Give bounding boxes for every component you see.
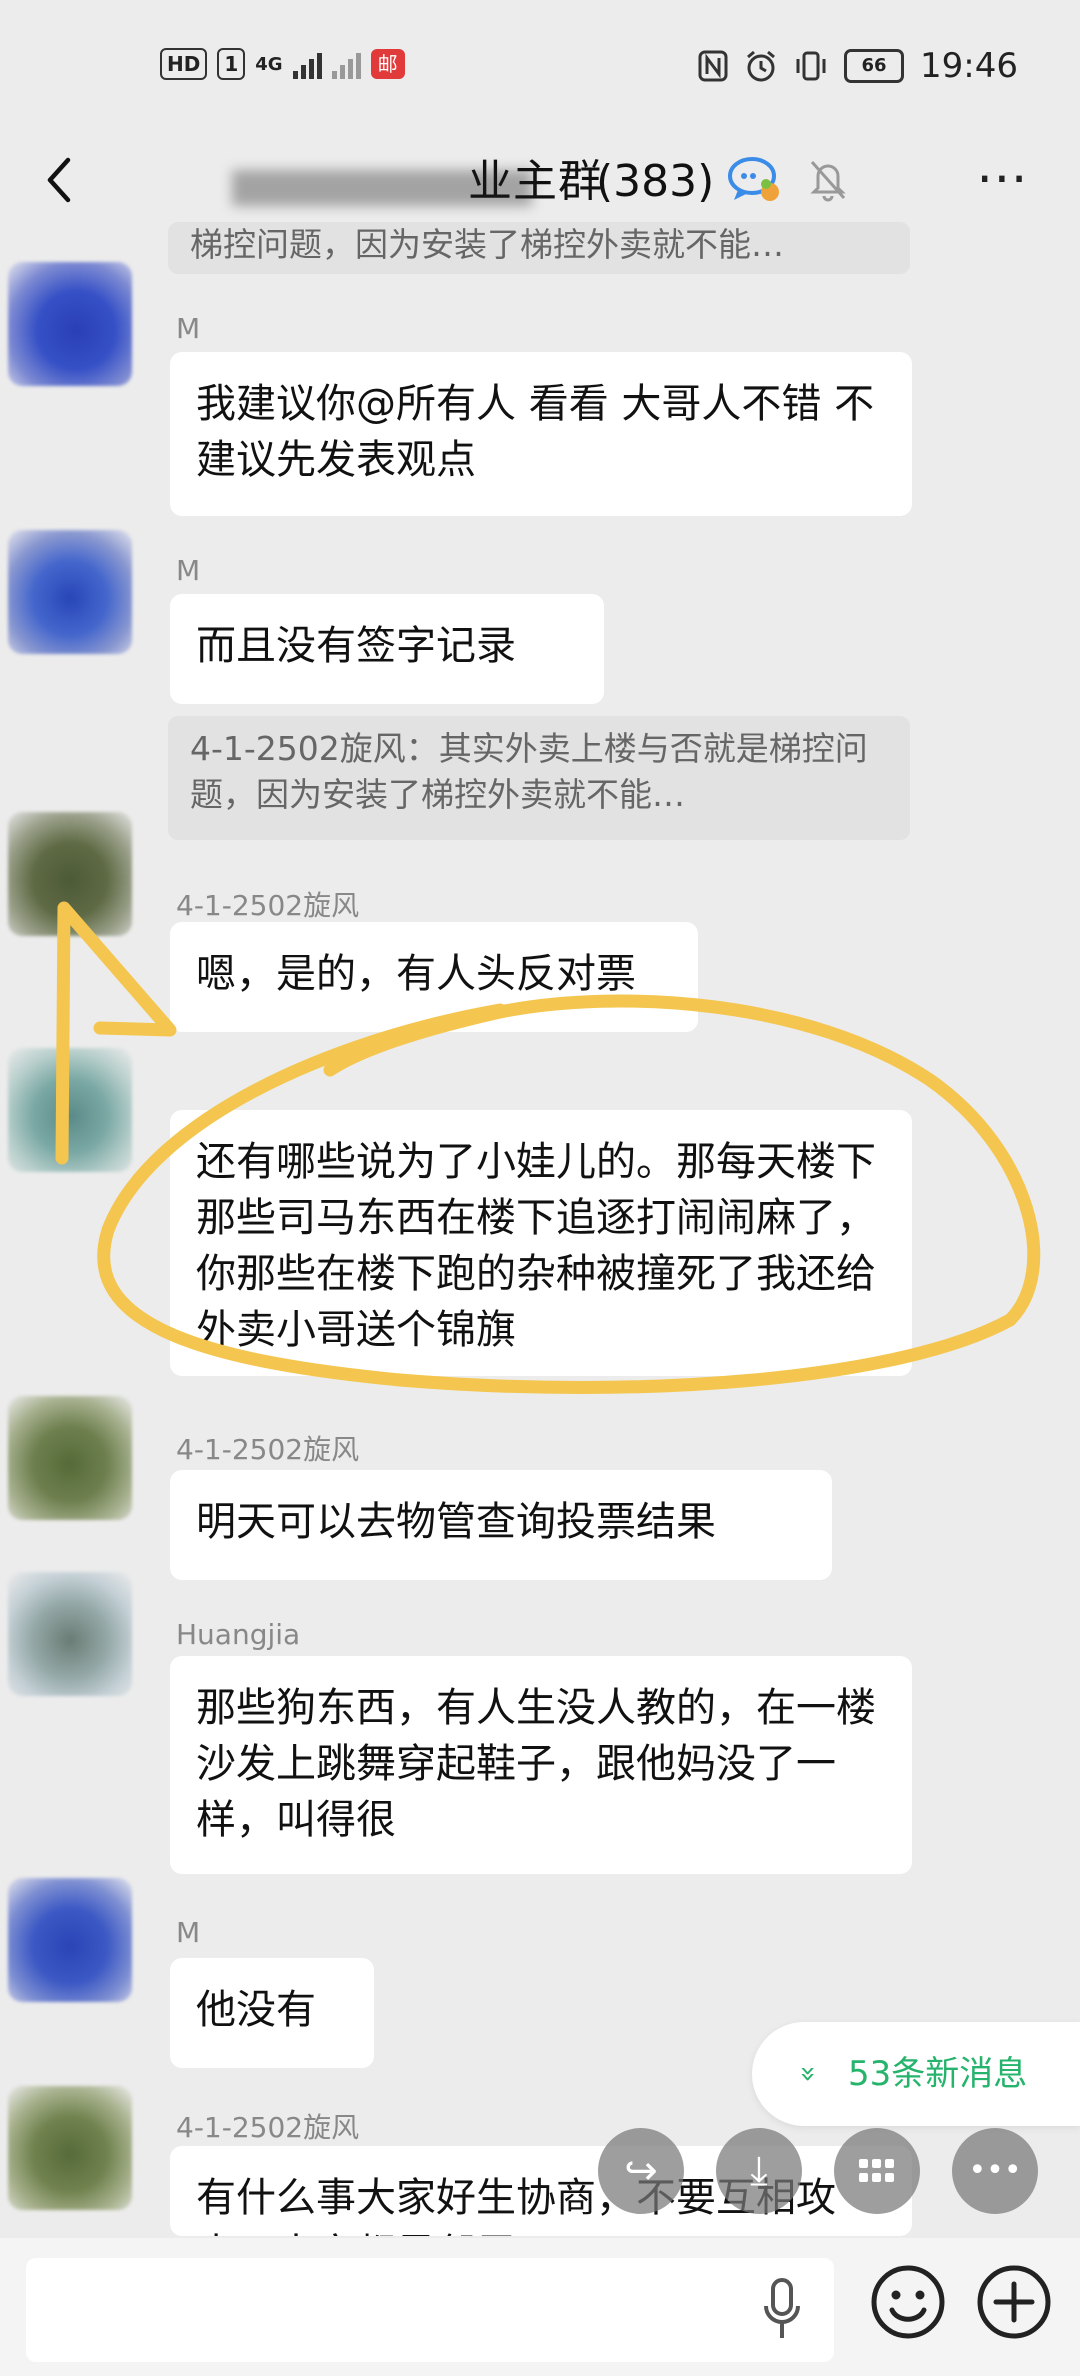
title-redaction [232, 170, 532, 206]
sim-badge: 1 [217, 48, 246, 80]
avatar[interactable] [8, 1048, 132, 1172]
share-button[interactable]: ↪ [598, 2128, 684, 2214]
message-input[interactable] [26, 2258, 834, 2362]
nfc-icon [698, 50, 728, 82]
double-chevron-down-icon: » [792, 2065, 826, 2083]
grid-icon [859, 2159, 894, 2182]
alarm-icon [747, 50, 775, 82]
download-button[interactable]: ⤓ [716, 2128, 802, 2214]
signal-2-icon [331, 49, 361, 79]
more-icon: ••• [968, 2153, 1022, 2188]
avatar[interactable] [8, 1878, 132, 2002]
sender-name: M [176, 554, 201, 587]
status-left: HD 1 4G 邮 [160, 48, 405, 80]
avatar[interactable] [8, 262, 132, 386]
plus-icon[interactable] [974, 2262, 1054, 2342]
avatar[interactable] [8, 812, 132, 936]
mail-app-icon: 邮 [370, 49, 405, 79]
sender-name: Huangjia [176, 1618, 301, 1651]
quoted-message[interactable]: 4-1-2502旋风：其实外卖上楼与否就是梯控问题，因为安装了梯控外卖就不能… [168, 716, 910, 840]
emoji-icon[interactable] [868, 2262, 948, 2342]
chevron-left-icon [47, 157, 71, 203]
message-bubble[interactable]: 嗯，是的，有人头反对票 [170, 922, 698, 1032]
message-bubble[interactable]: 那些狗东西，有人生没人教的，在一楼沙发上跳舞穿起鞋子，跟他妈没了一样，叫得很 [170, 1656, 912, 1874]
mute-bell-icon [810, 161, 846, 202]
assistant-icon[interactable] [726, 154, 782, 204]
more-button[interactable]: ⋯ [976, 148, 1030, 208]
sender-name: 4-1-2502旋风 [176, 2111, 360, 2144]
download-icon: ⤓ [750, 2148, 768, 2194]
back-button[interactable] [38, 150, 78, 210]
sender-name: 4-1-2502旋风 [176, 889, 360, 922]
hd-badge: HD [160, 48, 208, 80]
more-icon: ⋯ [976, 148, 1030, 208]
battery-icon: 66 [844, 49, 905, 83]
vibrate-icon [796, 51, 826, 81]
network-label: 4G [255, 53, 283, 75]
new-messages-label: 53条新消息 [848, 2054, 1028, 2094]
sender-name: M [176, 312, 201, 345]
message-bubble[interactable]: 他没有 [170, 1958, 374, 2068]
more-actions-button[interactable]: ••• [952, 2128, 1038, 2214]
microphone-icon[interactable] [762, 2274, 802, 2344]
share-icon: ↪ [624, 2148, 658, 2194]
quoted-message[interactable]: 梯控问题，因为安装了梯控外卖就不能… [168, 222, 910, 274]
status-right: 66 19:46 [698, 46, 1018, 86]
message-bubble[interactable]: 而且没有签字记录 [170, 594, 604, 704]
avatar[interactable] [8, 1572, 132, 1696]
grid-button[interactable] [834, 2128, 920, 2214]
sender-name: M [176, 1916, 201, 1949]
avatar[interactable] [8, 530, 132, 654]
avatar[interactable] [8, 2086, 132, 2210]
message-bubble[interactable]: 还有哪些说为了小娃儿的。那每天楼下那些司马东西在楼下追逐打闹闹麻了，你那些在楼下… [170, 1110, 912, 1376]
sender-name: 4-1-2502旋风 [176, 1433, 360, 1466]
member-count: (383) [596, 156, 715, 207]
new-messages-button[interactable]: » 53条新消息 [752, 2022, 1080, 2126]
avatar[interactable] [8, 1396, 132, 1520]
clock: 19:46 [920, 46, 1018, 86]
message-bubble[interactable]: 明天可以去物管查询投票结果 [170, 1470, 832, 1580]
message-bubble[interactable]: 我建议你@所有人 看看 大哥人不错 不建议先发表观点 [170, 352, 912, 516]
status-bar: HD 1 4G 邮 66 19:46 [0, 0, 1080, 130]
input-bar [0, 2238, 1080, 2376]
signal-icon [292, 49, 322, 79]
